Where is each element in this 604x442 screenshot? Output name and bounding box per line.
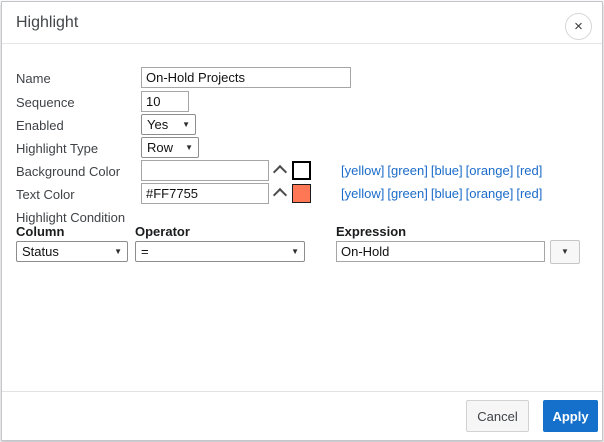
enabled-select[interactable]: Yes ▼ <box>141 114 196 135</box>
apply-button[interactable]: Apply <box>543 400 598 432</box>
expression-input[interactable] <box>336 241 545 262</box>
background-yellow-link[interactable]: [yellow] <box>341 163 384 178</box>
chevron-down-icon: ▼ <box>561 247 569 256</box>
background-orange-link[interactable]: [orange] <box>466 163 514 178</box>
chevron-down-icon: ▼ <box>182 120 190 129</box>
cancel-button[interactable]: Cancel <box>466 400 529 432</box>
background-red-link[interactable]: [red] <box>516 163 542 178</box>
text-color-label: Text Color <box>16 187 75 202</box>
background-color-swatch <box>292 161 311 180</box>
background-color-input[interactable] <box>141 160 269 181</box>
text-blue-link[interactable]: [blue] <box>431 186 463 201</box>
text-orange-link[interactable]: [orange] <box>466 186 514 201</box>
highlight-type-select-value: Row <box>147 140 173 155</box>
text-red-link[interactable]: [red] <box>516 186 542 201</box>
text-color-input[interactable] <box>141 183 269 204</box>
chevron-down-icon: ▼ <box>185 143 193 152</box>
sequence-input[interactable] <box>141 91 189 112</box>
enabled-select-value: Yes <box>147 117 168 132</box>
name-input[interactable] <box>141 67 351 88</box>
enabled-label: Enabled <box>16 118 64 133</box>
highlight-type-label: Highlight Type <box>16 141 98 156</box>
column-header: Column <box>16 224 64 239</box>
sequence-label: Sequence <box>16 95 75 110</box>
text-yellow-link[interactable]: [yellow] <box>341 186 384 201</box>
header-divider <box>2 43 602 44</box>
background-blue-link[interactable]: [blue] <box>431 163 463 178</box>
expression-header: Expression <box>336 224 406 239</box>
text-color-swatch <box>292 184 311 203</box>
background-color-picker-caret-icon[interactable] <box>273 163 286 176</box>
expression-dropdown-button[interactable]: ▼ <box>550 240 580 264</box>
highlight-condition-label: Highlight Condition <box>16 210 125 225</box>
background-color-preset-links: [yellow][green] [blue][orange][red] <box>341 163 545 178</box>
column-select[interactable]: Status ▼ <box>16 241 128 262</box>
background-color-label: Background Color <box>16 164 120 179</box>
name-label: Name <box>16 71 51 86</box>
operator-header: Operator <box>135 224 190 239</box>
close-button[interactable]: × <box>565 13 592 40</box>
highlight-dialog: Highlight × Name Sequence Enabled Yes ▼ … <box>1 1 603 441</box>
highlight-type-select[interactable]: Row ▼ <box>141 137 199 158</box>
chevron-down-icon: ▼ <box>114 247 122 256</box>
close-icon: × <box>574 18 583 35</box>
column-select-value: Status <box>22 244 59 259</box>
operator-select[interactable]: = ▼ <box>135 241 305 262</box>
footer-divider <box>2 391 602 392</box>
text-color-picker-caret-icon[interactable] <box>273 186 286 199</box>
text-color-preset-links: [yellow][green] [blue][orange][red] <box>341 186 545 201</box>
chevron-down-icon: ▼ <box>291 247 299 256</box>
text-green-link[interactable]: [green] <box>387 186 427 201</box>
operator-select-value: = <box>141 244 149 259</box>
background-green-link[interactable]: [green] <box>387 163 427 178</box>
dialog-title: Highlight <box>16 14 78 32</box>
